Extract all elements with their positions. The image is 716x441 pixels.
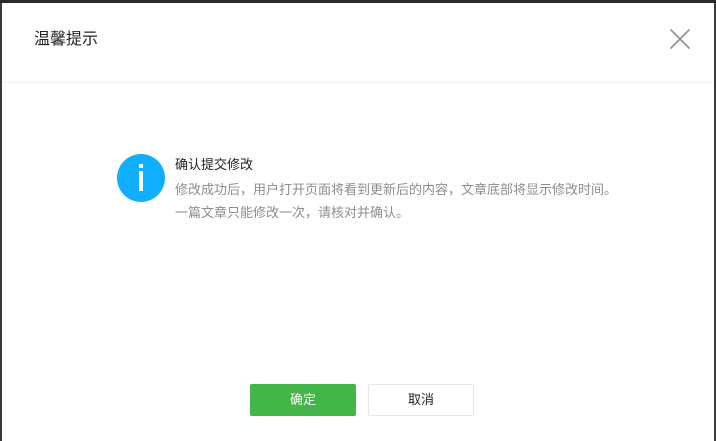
dialog-header: 温馨提示 (2, 3, 714, 83)
message-body: 修改成功后，用户打开页面将看到更新后的内容，文章底部将显示修改时间。一篇文章只能… (175, 183, 618, 221)
message-title: 确认提交修改 (175, 158, 254, 173)
info-icon (117, 154, 165, 202)
close-button[interactable] (668, 27, 692, 51)
dialog-title: 温馨提示 (34, 29, 99, 48)
close-icon (670, 29, 690, 49)
confirm-dialog: 温馨提示 确认提交修改 修改成功后，用户打开页面将看到更新后的内容，文章底部将显… (2, 3, 714, 441)
confirm-button[interactable]: 确定 (250, 384, 356, 416)
cancel-button[interactable]: 取消 (368, 384, 474, 416)
